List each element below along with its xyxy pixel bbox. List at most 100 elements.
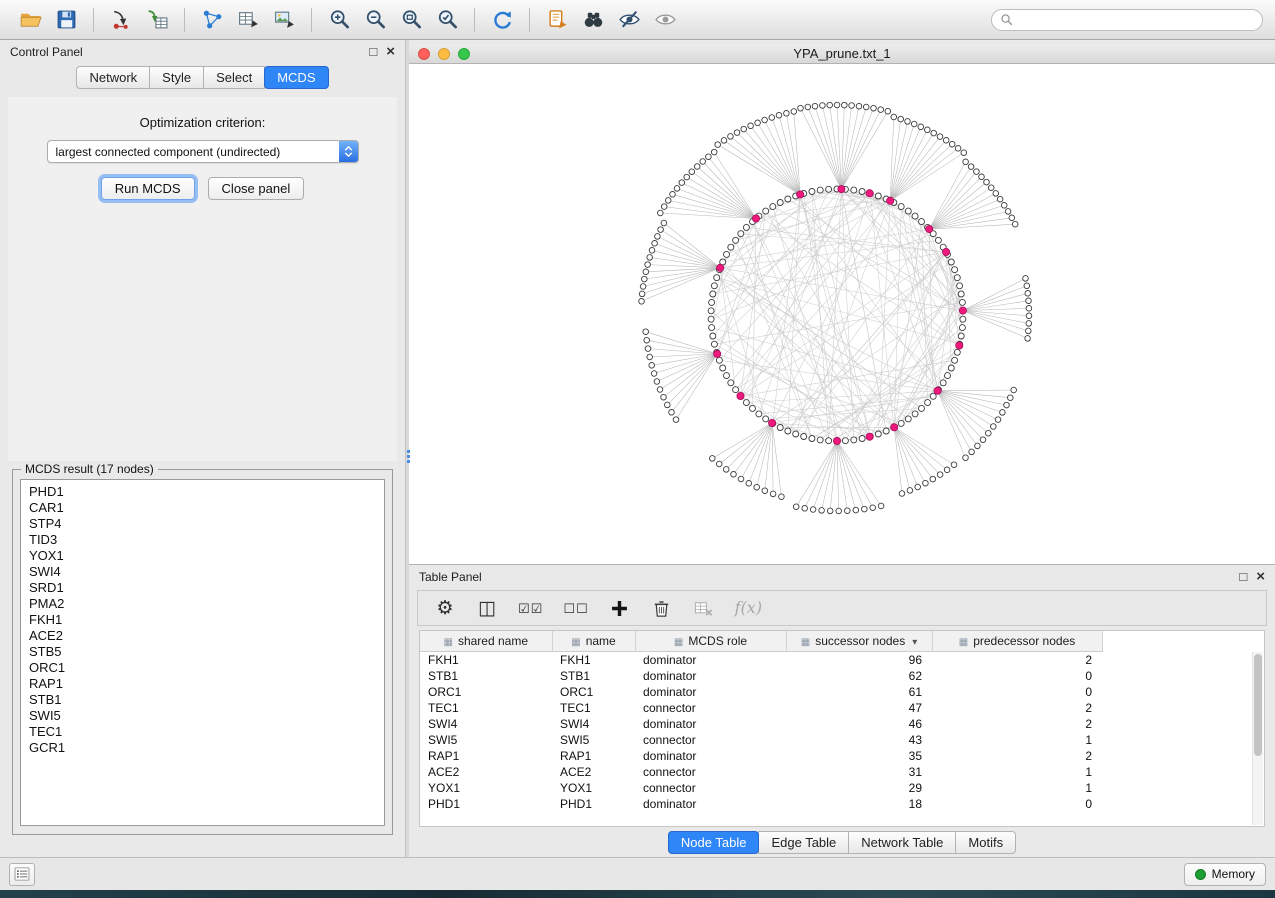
cell-shared-name: FKH1	[420, 651, 552, 668]
run-mcds-button[interactable]: Run MCDS	[101, 177, 195, 200]
mcds-result-item[interactable]: SWI5	[21, 708, 384, 724]
table-row[interactable]: TEC1TEC1connector472	[420, 700, 1102, 716]
show-eye-button[interactable]	[647, 4, 683, 36]
mcds-result-item[interactable]: ACE2	[21, 628, 384, 644]
mcds-result-item[interactable]: SRD1	[21, 580, 384, 596]
save-icon	[55, 8, 78, 31]
zoom-selected-button[interactable]	[429, 4, 465, 36]
tab-style[interactable]: Style	[149, 66, 204, 89]
table-scrollbar[interactable]	[1252, 652, 1263, 825]
mcds-result-item[interactable]: SWI4	[21, 564, 384, 580]
export-image-button[interactable]	[266, 4, 302, 36]
cell-name: STB1	[552, 668, 635, 684]
status-bar: Memory	[0, 857, 1275, 890]
close-window-icon[interactable]	[418, 48, 430, 60]
scrollbar-thumb[interactable]	[1254, 654, 1262, 756]
column-header-shared-name[interactable]: ▦shared name	[420, 631, 552, 651]
cell-MCDS-role: dominator	[635, 651, 786, 668]
cell-predecessor-nodes: 1	[932, 732, 1102, 748]
mcds-result-item[interactable]: FKH1	[21, 612, 384, 628]
clipboard-share-button[interactable]	[539, 4, 575, 36]
show-panels-button[interactable]	[9, 863, 35, 886]
save-button[interactable]	[48, 4, 84, 36]
refresh-button[interactable]	[484, 4, 520, 36]
close-panel-icon[interactable]: ×	[386, 46, 395, 58]
column-header-name[interactable]: ▦name	[552, 631, 635, 651]
import-network-button[interactable]	[103, 4, 139, 36]
network-canvas[interactable]	[409, 64, 1275, 564]
cell-MCDS-role: connector	[635, 764, 786, 780]
mcds-result-item[interactable]: ORC1	[21, 660, 384, 676]
mcds-result-item[interactable]: RAP1	[21, 676, 384, 692]
table-row[interactable]: ORC1ORC1dominator610	[420, 684, 1102, 700]
network-graph[interactable]	[409, 64, 1275, 564]
zoom-in-button[interactable]	[321, 4, 357, 36]
export-table-button[interactable]	[230, 4, 266, 36]
column-header-MCDS-role[interactable]: ▦MCDS role	[635, 631, 786, 651]
add-button[interactable]	[609, 595, 631, 621]
binoculars-button[interactable]	[575, 4, 611, 36]
deselect-all-button[interactable]: ☐☐	[563, 595, 588, 621]
float-panel-icon[interactable]: □	[369, 46, 377, 58]
table-row[interactable]: SWI5SWI5connector431	[420, 732, 1102, 748]
mcds-result-item[interactable]: PMA2	[21, 596, 384, 612]
cell-predecessor-nodes: 2	[932, 651, 1102, 668]
tab-mcds[interactable]: MCDS	[264, 66, 328, 89]
mcds-result-item[interactable]: GCR1	[21, 740, 384, 756]
table-row[interactable]: SWI4SWI4dominator462	[420, 716, 1102, 732]
tab-motifs[interactable]: Motifs	[955, 831, 1016, 854]
maximize-window-icon[interactable]	[458, 48, 470, 60]
tab-network-table[interactable]: Network Table	[848, 831, 956, 854]
float-table-panel-icon[interactable]: □	[1239, 571, 1247, 583]
panel-splitter[interactable]	[405, 40, 409, 857]
hide-eye-button[interactable]	[611, 4, 647, 36]
toolbar-separator	[311, 8, 312, 32]
mcds-result-item[interactable]: TID3	[21, 532, 384, 548]
sort-caret-icon: ▾	[912, 637, 917, 648]
close-panel-button[interactable]: Close panel	[208, 177, 305, 200]
mcds-result-item[interactable]: STB1	[21, 692, 384, 708]
zoom-in-icon	[328, 8, 351, 31]
delete-button[interactable]	[651, 595, 673, 621]
mcds-result-item[interactable]: YOX1	[21, 548, 384, 564]
import-table-button[interactable]	[139, 4, 175, 36]
clear-table-button[interactable]	[693, 595, 715, 621]
cell-successor-nodes: 46	[786, 716, 932, 732]
tab-edge-table[interactable]: Edge Table	[758, 831, 849, 854]
split-columns-button[interactable]: ◫	[476, 595, 498, 621]
optimization-criterion-select[interactable]: largest connected component (undirected)	[47, 140, 359, 163]
column-header-predecessor-nodes[interactable]: ▦predecessor nodes	[932, 631, 1102, 651]
table-row[interactable]: PHD1PHD1dominator180	[420, 796, 1102, 812]
select-all-button[interactable]: ☑☑	[518, 595, 543, 621]
mcds-result-item[interactable]: CAR1	[21, 500, 384, 516]
mcds-result-title: MCDS result (17 nodes)	[21, 462, 158, 476]
open-folder-button[interactable]	[12, 4, 48, 36]
gear-button[interactable]: ⚙	[434, 595, 456, 621]
minimize-window-icon[interactable]	[438, 48, 450, 60]
zoom-fit-button[interactable]	[393, 4, 429, 36]
tab-select[interactable]: Select	[203, 66, 265, 89]
selected-criterion: largest connected component (undirected)	[48, 145, 339, 159]
cell-MCDS-role: connector	[635, 700, 786, 716]
cell-name: FKH1	[552, 651, 635, 668]
table-row[interactable]: FKH1FKH1dominator962	[420, 651, 1102, 668]
mcds-result-item[interactable]: TEC1	[21, 724, 384, 740]
function-button[interactable]: f(x)	[735, 595, 762, 621]
column-header-successor-nodes[interactable]: ▦successor nodes▾	[786, 631, 932, 651]
close-table-panel-icon[interactable]: ×	[1256, 571, 1265, 583]
export-network-button[interactable]	[194, 4, 230, 36]
tab-network[interactable]: Network	[76, 66, 150, 89]
table-row[interactable]: ACE2ACE2connector311	[420, 764, 1102, 780]
search-input[interactable]	[1019, 13, 1255, 27]
cell-MCDS-role: connector	[635, 780, 786, 796]
table-row[interactable]: YOX1YOX1connector291	[420, 780, 1102, 796]
zoom-out-button[interactable]	[357, 4, 393, 36]
memory-button[interactable]: Memory	[1184, 863, 1266, 886]
table-row[interactable]: RAP1RAP1dominator352	[420, 748, 1102, 764]
mcds-result-item[interactable]: PHD1	[21, 484, 384, 500]
tab-node-table[interactable]: Node Table	[668, 831, 760, 854]
mcds-result-item[interactable]: STP4	[21, 516, 384, 532]
cell-predecessor-nodes: 2	[932, 716, 1102, 732]
mcds-result-item[interactable]: STB5	[21, 644, 384, 660]
table-row[interactable]: STB1STB1dominator620	[420, 668, 1102, 684]
